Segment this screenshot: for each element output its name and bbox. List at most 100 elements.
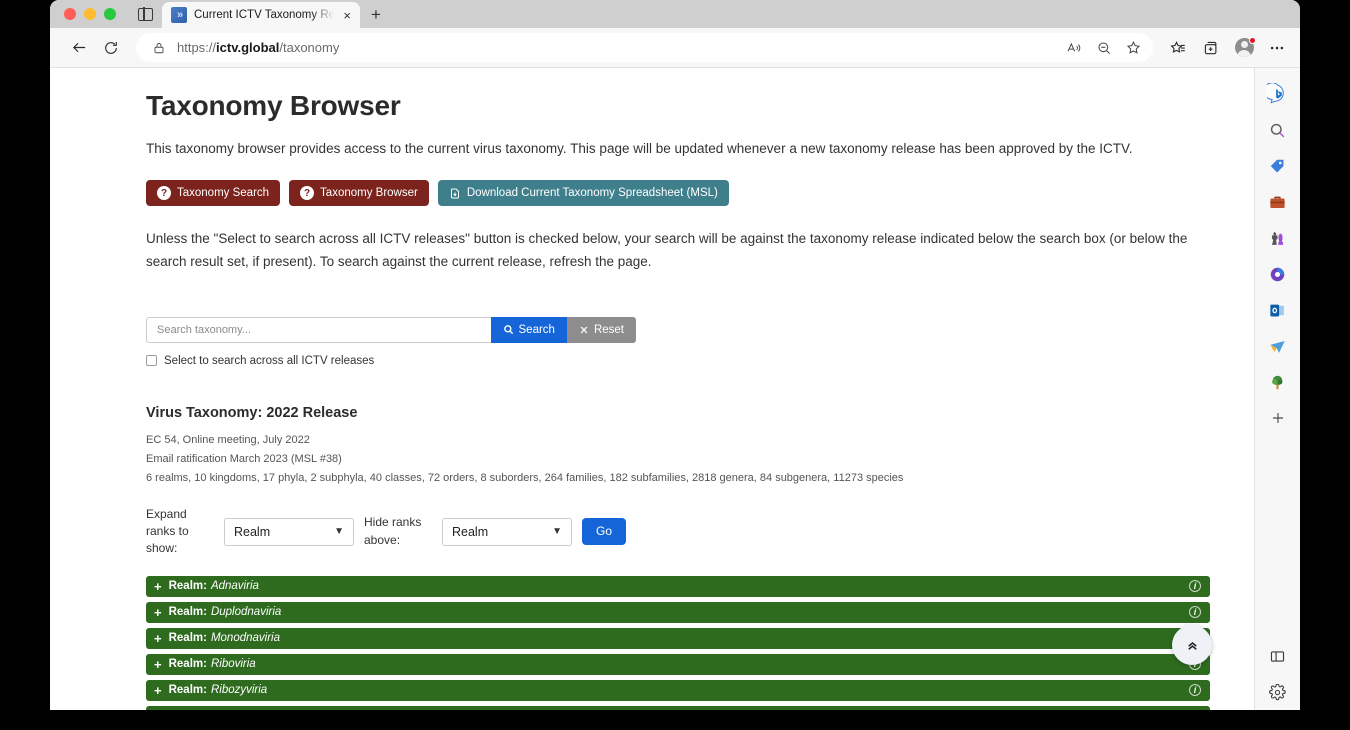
address-bar[interactable]: https://ictv.global/taxonomy (136, 33, 1153, 62)
release-ratification: Email ratification March 2023 (MSL #38) (146, 450, 1210, 469)
taxonomy-row[interactable]: +Realm:Monodnaviriai (146, 628, 1210, 649)
tools-briefcase-icon[interactable] (1259, 184, 1297, 220)
address-bar-actions (1060, 34, 1147, 61)
expand-row-icon[interactable]: + (154, 580, 162, 593)
taxonomy-search-button[interactable]: ? Taxonomy Search (146, 180, 280, 206)
search-all-releases-checkbox[interactable] (146, 355, 157, 366)
taxonomy-row-rank: Realm: (169, 580, 207, 592)
go-button[interactable]: Go (582, 518, 626, 544)
taxonomy-row[interactable]: +Realm:Varidnaviriai (146, 706, 1210, 710)
search-button[interactable]: Search (491, 317, 567, 343)
panel-layout-icon (138, 8, 153, 21)
taxonomy-row-rank: Realm: (169, 606, 207, 618)
profile-avatar[interactable] (1229, 33, 1259, 63)
chevron-down-icon: ▼ (552, 526, 562, 537)
ictv-chevron-favicon: » (171, 7, 187, 23)
settings-more-icon[interactable] (1262, 33, 1292, 63)
taxonomy-search-button-label: Taxonomy Search (177, 187, 269, 200)
help-circle-icon: ? (157, 186, 171, 200)
taxonomy-row-rank: Realm: (169, 658, 207, 670)
browser-window: » Current ICTV Taxonomy Releas × + http (50, 0, 1300, 710)
back-button[interactable] (64, 33, 94, 63)
copilot-bing-icon[interactable] (1259, 76, 1297, 112)
hide-ranks-select[interactable]: Realm ▼ (442, 518, 572, 546)
chevron-down-icon: ▼ (334, 526, 344, 537)
taxonomy-browser-button[interactable]: ? Taxonomy Browser (289, 180, 429, 206)
site-lock-icon (150, 41, 168, 55)
zoom-out-icon[interactable] (1090, 34, 1117, 61)
scroll-to-top-button[interactable] (1172, 625, 1212, 665)
expand-ranks-label: Expand ranks to show: (146, 506, 214, 558)
drop-messenger-icon[interactable] (1259, 328, 1297, 364)
close-tab-button[interactable]: × (341, 9, 353, 22)
page-title: Taxonomy Browser (146, 90, 1210, 122)
search-bar: Search taxonomy... Search Reset (146, 317, 636, 343)
expand-ranks-select[interactable]: Realm ▼ (224, 518, 354, 546)
shopping-tag-icon[interactable] (1259, 148, 1297, 184)
reload-button[interactable] (96, 33, 126, 63)
download-spreadsheet-button[interactable]: Download Current Taxonomy Spreadsheet (M… (438, 180, 729, 206)
add-tab-to-collection-icon[interactable] (1196, 33, 1226, 63)
info-icon[interactable]: i (1189, 606, 1201, 618)
release-meta: EC 54, Online meeting, July 2022 Email r… (146, 431, 1210, 488)
browser-tab[interactable]: » Current ICTV Taxonomy Releas × (162, 2, 360, 28)
taxonomy-row-name: Duplodnaviria (211, 606, 281, 618)
taxonomy-row[interactable]: +Realm:Riboviriai (146, 654, 1210, 675)
expand-row-icon[interactable]: + (154, 606, 162, 619)
taxonomy-row[interactable]: + Realm: Duplodnaviria i (146, 602, 1210, 623)
tree-icon[interactable] (1259, 364, 1297, 400)
expand-row-icon[interactable]: + (154, 684, 162, 697)
taxonomy-row-name: Ribozyviria (211, 684, 267, 696)
address-bar-url: https://ictv.global/taxonomy (177, 40, 339, 55)
favorite-star-icon[interactable] (1120, 34, 1147, 61)
edge-sidebar (1254, 68, 1300, 710)
close-window-button[interactable] (64, 8, 76, 20)
taxonomy-row-rank: Realm: (169, 632, 207, 644)
taxonomy-row-name: Adnaviria (211, 580, 259, 592)
microsoft-365-icon[interactable] (1259, 256, 1297, 292)
taxonomy-row[interactable]: + Realm: Ribozyviria i (146, 680, 1210, 701)
bing-chat-bubble (1267, 83, 1289, 105)
search-icon (503, 324, 514, 335)
browser-body: Taxonomy Browser This taxonomy browser p… (50, 68, 1300, 710)
add-sidebar-app-icon[interactable] (1259, 400, 1297, 436)
taxonomy-list: +Realm:Adnaviriai+Realm:Duplodnaviriai+R… (146, 576, 1210, 710)
info-icon[interactable]: i (1189, 580, 1201, 592)
outlook-icon[interactable] (1259, 292, 1297, 328)
download-file-icon (449, 187, 461, 200)
toolbar-right-actions (1163, 33, 1292, 63)
taxonomy-row-name: Riboviria (211, 658, 256, 670)
browser-titlebar: » Current ICTV Taxonomy Releas × + (50, 0, 1300, 28)
info-icon[interactable]: i (1189, 684, 1201, 696)
read-aloud-icon[interactable] (1060, 34, 1087, 61)
tab-actions-icon[interactable] (128, 0, 162, 28)
rank-controls: Expand ranks to show: Realm ▼ Hide ranks… (146, 506, 1210, 558)
split-screen-icon[interactable] (1259, 638, 1297, 674)
browser-toolbar: https://ictv.global/taxonomy (50, 28, 1300, 68)
search-all-releases-row[interactable]: Select to search across all ICTV release… (146, 355, 1210, 367)
expand-row-icon[interactable]: + (154, 658, 162, 671)
search-all-releases-label: Select to search across all ICTV release… (164, 355, 374, 367)
search-button-label: Search (519, 324, 555, 336)
games-icon[interactable] (1259, 220, 1297, 256)
help-circle-icon: ? (300, 186, 314, 200)
taxonomy-row[interactable]: + Realm: Adnaviria i (146, 576, 1210, 597)
minimize-window-button[interactable] (84, 8, 96, 20)
download-spreadsheet-button-label: Download Current Taxonomy Spreadsheet (M… (467, 187, 718, 200)
expand-row-icon[interactable]: + (154, 632, 162, 645)
new-tab-button[interactable]: + (360, 2, 392, 28)
reset-button[interactable]: Reset (567, 317, 636, 343)
search-icon[interactable] (1259, 112, 1297, 148)
maximize-window-button[interactable] (104, 8, 116, 20)
page-content: Taxonomy Browser This taxonomy browser p… (50, 68, 1254, 710)
hide-ranks-value: Realm (452, 525, 488, 539)
profile-notification-badge (1249, 37, 1256, 44)
sidebar-settings-icon[interactable] (1259, 674, 1297, 710)
taxonomy-browser-button-label: Taxonomy Browser (320, 187, 418, 200)
collections-icon[interactable] (1163, 33, 1193, 63)
double-chevron-up-icon (1185, 638, 1200, 653)
release-heading: Virus Taxonomy: 2022 Release (146, 405, 1210, 421)
taxonomy-row-name: Monodnaviria (211, 632, 280, 644)
taxonomy-row-rank: Realm: (169, 684, 207, 696)
search-input[interactable]: Search taxonomy... (146, 317, 491, 343)
